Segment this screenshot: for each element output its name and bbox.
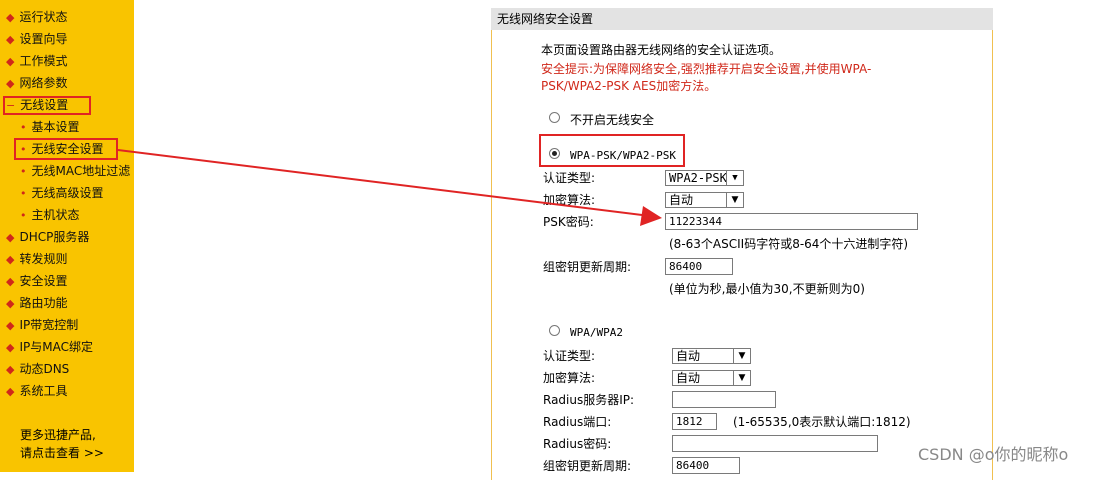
annotation-arrow <box>117 149 662 226</box>
watermark: CSDN @o你的昵称o <box>918 445 1069 464</box>
